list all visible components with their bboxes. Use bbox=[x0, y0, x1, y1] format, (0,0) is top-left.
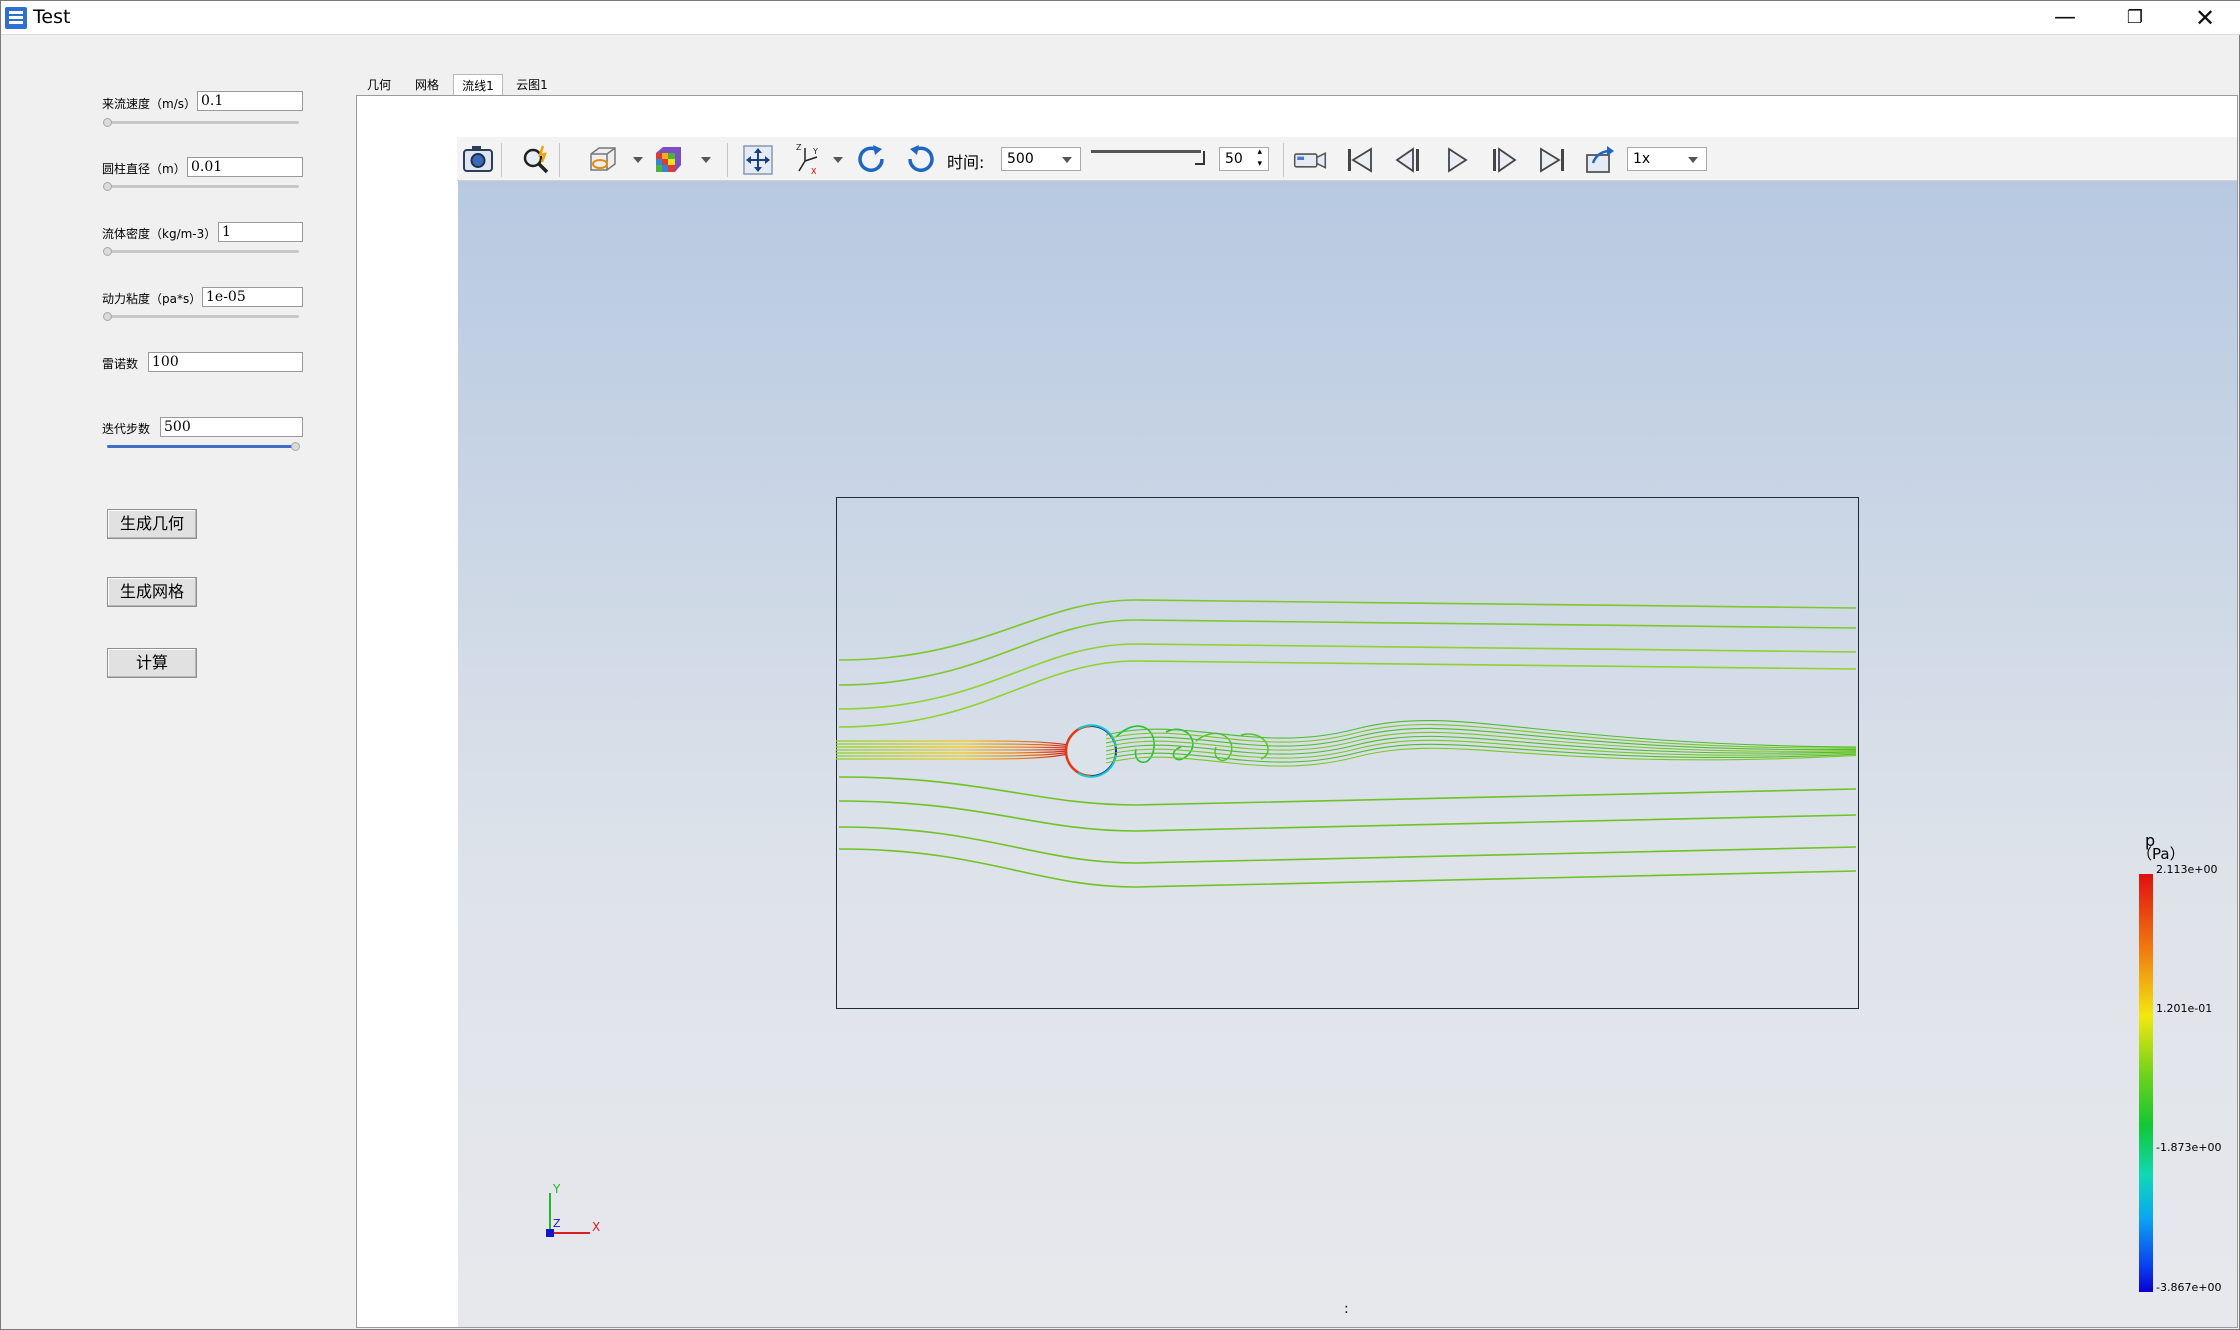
iteration-steps-slider[interactable] bbox=[107, 445, 299, 448]
compute-button[interactable]: 计算 bbox=[107, 648, 197, 678]
reynolds-number-input[interactable]: 100 bbox=[148, 352, 303, 372]
axes-icon[interactable]: Z Y X bbox=[791, 143, 825, 177]
window-title: Test bbox=[33, 6, 71, 28]
streamline bbox=[838, 800, 1857, 832]
prev-frame-icon[interactable] bbox=[1391, 143, 1425, 177]
dynamic-viscosity-slider[interactable] bbox=[107, 315, 299, 318]
iteration-steps-input[interactable]: 500 bbox=[160, 417, 303, 437]
colorbar-max-label: 2.113e+00 bbox=[2156, 863, 2218, 876]
dynamic-viscosity-label: 动力粘度（pa*s） bbox=[102, 292, 202, 306]
dynamic-viscosity-input[interactable]: 1e-05 bbox=[202, 287, 303, 307]
chevron-down-icon bbox=[1688, 157, 1698, 163]
iteration-steps-slider-handle[interactable] bbox=[291, 442, 300, 451]
axis-z-label: Z bbox=[553, 1217, 561, 1230]
inflow-velocity-slider-handle[interactable] bbox=[103, 118, 112, 127]
axis-y-label: Y bbox=[552, 1183, 561, 1196]
colorbar-mid-high-label: 1.201e-01 bbox=[2156, 1002, 2213, 1015]
speed-select[interactable]: 1x bbox=[1627, 147, 1707, 171]
display-mode-dropdown-icon[interactable] bbox=[633, 157, 643, 163]
time-label: 时间: bbox=[947, 153, 985, 172]
render-viewport[interactable]: Y Z X bbox=[458, 181, 2237, 1327]
frame-spinbox[interactable]: 50 ▴ ▾ bbox=[1219, 147, 1269, 171]
chevron-down-icon bbox=[1062, 157, 1072, 163]
streamline bbox=[838, 826, 1857, 864]
dynamic-viscosity-slider-handle[interactable] bbox=[103, 312, 112, 321]
colorbar-mid-low-label: -1.873e+00 bbox=[2156, 1141, 2222, 1154]
toolbar-separator bbox=[1283, 143, 1284, 177]
pressure-colorbar bbox=[2139, 874, 2153, 1292]
toolbar-separator bbox=[727, 143, 728, 177]
time-select-value: 500 bbox=[1007, 151, 1034, 167]
colorbar-min-label: -3.867e+00 bbox=[2156, 1281, 2222, 1294]
streamline bbox=[838, 776, 1857, 806]
inflow-velocity-label: 来流速度（m/s） bbox=[102, 97, 196, 111]
play-icon[interactable] bbox=[1439, 143, 1473, 177]
streamline bbox=[838, 619, 1857, 686]
time-slider[interactable] bbox=[1091, 150, 1201, 153]
title-bar: Test — ❐ ✕ bbox=[1, 1, 2240, 35]
fluid-density-input[interactable]: 1 bbox=[218, 222, 303, 242]
streamline bbox=[838, 848, 1857, 888]
last-frame-icon[interactable] bbox=[1535, 143, 1569, 177]
inflow-streamline bbox=[836, 750, 1069, 754]
record-icon[interactable] bbox=[1293, 143, 1327, 177]
rotate-cw-icon[interactable] bbox=[855, 143, 889, 177]
app-icon bbox=[5, 7, 27, 29]
generate-mesh-button[interactable]: 生成网格 bbox=[107, 577, 197, 607]
reynolds-number-label: 雷诺数 bbox=[102, 357, 139, 371]
close-button[interactable]: ✕ bbox=[2171, 1, 2239, 35]
inflow-velocity-slider[interactable] bbox=[107, 121, 299, 124]
colorbar-unit: （Pa） bbox=[2137, 845, 2185, 863]
cylinder-diameter-slider-handle[interactable] bbox=[103, 182, 112, 191]
generate-geometry-button[interactable]: 生成几何 bbox=[107, 509, 197, 539]
axes-dropdown-icon[interactable] bbox=[833, 157, 843, 163]
app-window: Test — ❐ ✕ 来流速度（m/s） 0.1 圆柱直径（m） 0.01 流体… bbox=[0, 0, 2240, 1330]
spin-arrows-icon[interactable]: ▴ ▾ bbox=[1257, 146, 1262, 170]
color-dropdown-icon[interactable] bbox=[701, 157, 711, 163]
wake-vortices bbox=[1105, 720, 1857, 767]
toolbar-separator bbox=[559, 143, 560, 177]
svg-text:X: X bbox=[811, 167, 817, 176]
tab-mesh[interactable]: 网格 bbox=[409, 74, 445, 96]
streamline bbox=[838, 660, 1857, 728]
toolbar-separator bbox=[501, 143, 502, 177]
svg-text:Z: Z bbox=[796, 143, 802, 152]
inflow-streamline bbox=[836, 748, 1069, 751]
inflow-streamline bbox=[836, 746, 1069, 749]
streamline-plot bbox=[836, 599, 1857, 888]
axis-x-label: X bbox=[592, 1220, 600, 1234]
status-indicator: : bbox=[1344, 1301, 1349, 1317]
camera-icon[interactable] bbox=[461, 143, 495, 177]
speed-select-value: 1x bbox=[1633, 151, 1651, 167]
minimize-button[interactable]: — bbox=[2031, 1, 2099, 35]
maximize-button[interactable]: ❐ bbox=[2101, 1, 2169, 35]
frame-spinbox-value: 50 bbox=[1225, 151, 1243, 167]
tab-geometry[interactable]: 几何 bbox=[361, 74, 397, 96]
axes-triad: Y Z X bbox=[546, 1183, 600, 1237]
cylinder-diameter-slider[interactable] bbox=[107, 185, 299, 188]
inflow-streamline bbox=[836, 743, 1069, 748]
time-slider-handle[interactable] bbox=[1195, 151, 1205, 165]
fluid-density-slider[interactable] bbox=[107, 250, 299, 253]
reset-view-icon[interactable] bbox=[741, 143, 775, 177]
cylinder bbox=[1064, 724, 1117, 778]
export-icon[interactable] bbox=[1583, 143, 1617, 177]
viewer-toolbar: Z Y X 时间: 500 50 ▴ ▾ 1x bbox=[457, 137, 2237, 181]
display-mode-icon[interactable] bbox=[585, 143, 619, 177]
tab-streamline[interactable]: 流线1 bbox=[453, 74, 503, 96]
svg-text:Y: Y bbox=[812, 147, 818, 156]
cylinder-diameter-label: 圆柱直径（m） bbox=[102, 162, 186, 176]
cylinder-diameter-input[interactable]: 0.01 bbox=[187, 157, 303, 177]
color-cube-icon[interactable] bbox=[651, 143, 685, 177]
first-frame-icon[interactable] bbox=[1343, 143, 1377, 177]
rotate-ccw-icon[interactable] bbox=[903, 143, 937, 177]
tab-contour[interactable]: 云图1 bbox=[511, 74, 553, 96]
zoom-icon[interactable] bbox=[519, 143, 553, 177]
next-frame-icon[interactable] bbox=[1487, 143, 1521, 177]
time-select[interactable]: 500 bbox=[1001, 147, 1081, 171]
fluid-density-label: 流体密度（kg/m-3） bbox=[102, 227, 217, 241]
inflow-velocity-input[interactable]: 0.1 bbox=[197, 91, 303, 111]
fluid-density-slider-handle[interactable] bbox=[103, 247, 112, 256]
iteration-steps-label: 迭代步数 bbox=[102, 422, 151, 436]
